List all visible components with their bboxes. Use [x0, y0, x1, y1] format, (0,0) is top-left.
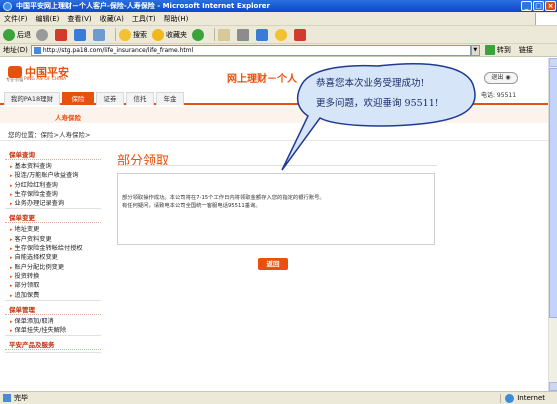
messenger-icon [294, 28, 306, 41]
stop-icon [55, 28, 67, 41]
history-button[interactable] [192, 28, 206, 41]
print-button[interactable] [237, 28, 251, 41]
back-label: 后退 [17, 30, 31, 39]
home-button[interactable] [93, 28, 107, 41]
folder-button[interactable] [275, 28, 289, 41]
scroll-down-arrow-icon[interactable] [549, 382, 557, 391]
menu-tools[interactable]: 工具(T) [132, 14, 156, 24]
menu-view[interactable]: 查看(V) [67, 14, 91, 24]
menu-favorites[interactable]: 收藏(A) [100, 14, 124, 24]
go-arrow-icon [484, 45, 495, 55]
home-icon [93, 28, 105, 41]
scroll-up-arrow-icon[interactable] [549, 58, 557, 67]
address-url: http://stg.pa18.com/life_insurance/life_… [42, 46, 194, 54]
address-dropdown-button[interactable]: ▼ [470, 44, 480, 56]
address-bar: 地址(D) http://stg.pa18.com/life_insurance… [0, 44, 557, 57]
menu-bar: 文件(F) 编辑(E) 查看(V) 收藏(A) 工具(T) 帮助(H) [0, 12, 557, 26]
address-label: 地址(D) [3, 46, 28, 54]
menu-edit[interactable]: 编辑(E) [36, 14, 60, 24]
mail-button[interactable] [218, 28, 232, 41]
page-icon [33, 46, 41, 54]
minimize-button[interactable]: _ [521, 1, 532, 11]
search-button[interactable]: 搜索 [119, 28, 147, 41]
windows-flag-icon [535, 12, 557, 25]
refresh-button[interactable] [74, 28, 88, 41]
globe-icon [505, 393, 515, 403]
maximize-button[interactable]: □ [533, 1, 544, 11]
callout-line-2: 更多问题，欢迎垂询 95511! [316, 98, 439, 109]
toolbar-separator [214, 28, 215, 41]
folder-icon [275, 28, 287, 41]
close-button[interactable]: × [545, 1, 556, 11]
scroll-thumb[interactable] [549, 68, 557, 318]
stop-button[interactable] [55, 28, 69, 41]
window-titlebar: 中国平安网上理财－个人客户-保险-人寿保险 - Microsoft Intern… [0, 0, 557, 12]
window-title: 中国平安网上理财－个人客户-保险-人寿保险 - Microsoft Intern… [16, 2, 270, 10]
status-bar: 完毕 Internet [0, 391, 557, 404]
messenger-button[interactable] [294, 28, 308, 41]
menu-help[interactable]: 帮助(H) [164, 14, 189, 24]
links-button[interactable]: 链接 [519, 45, 533, 55]
callout-bubble [281, 63, 476, 171]
address-input[interactable]: http://stg.pa18.com/life_insurance/life_… [30, 44, 471, 56]
page-status-icon [3, 394, 11, 402]
go-label: 转到 [496, 46, 511, 54]
history-icon [192, 28, 204, 41]
zone-label: Internet [517, 394, 545, 402]
search-icon [119, 28, 131, 41]
back-arrow-icon [3, 28, 15, 41]
forward-arrow-icon [36, 28, 48, 41]
refresh-icon [74, 28, 86, 41]
page-viewport: 中国平安 专业·价值 PING AN OF CHINA 网上理财－个人 退出 ◉… [0, 58, 548, 391]
edit-button[interactable] [256, 28, 270, 41]
status-text: 完毕 [14, 394, 28, 402]
forward-button[interactable] [36, 28, 50, 41]
favorites-label: 收藏夹 [166, 30, 187, 39]
toolbar: 后退 搜索 收藏夹 [0, 26, 557, 44]
search-label: 搜索 [133, 30, 147, 39]
ie-icon [3, 1, 12, 11]
back-button[interactable]: 后退 [3, 28, 31, 41]
callout-line-1: 恭喜您本次业务受理成功! [316, 78, 425, 89]
edit-icon [256, 28, 268, 41]
star-icon [152, 28, 164, 41]
print-icon [237, 28, 249, 41]
vertical-scrollbar[interactable] [548, 58, 557, 391]
go-button[interactable]: 转到 [484, 45, 511, 55]
favorites-button[interactable]: 收藏夹 [152, 28, 187, 41]
menu-file[interactable]: 文件(F) [4, 14, 28, 24]
security-zone: Internet [500, 393, 557, 403]
toolbar-separator [115, 28, 116, 41]
mail-icon [218, 28, 230, 41]
